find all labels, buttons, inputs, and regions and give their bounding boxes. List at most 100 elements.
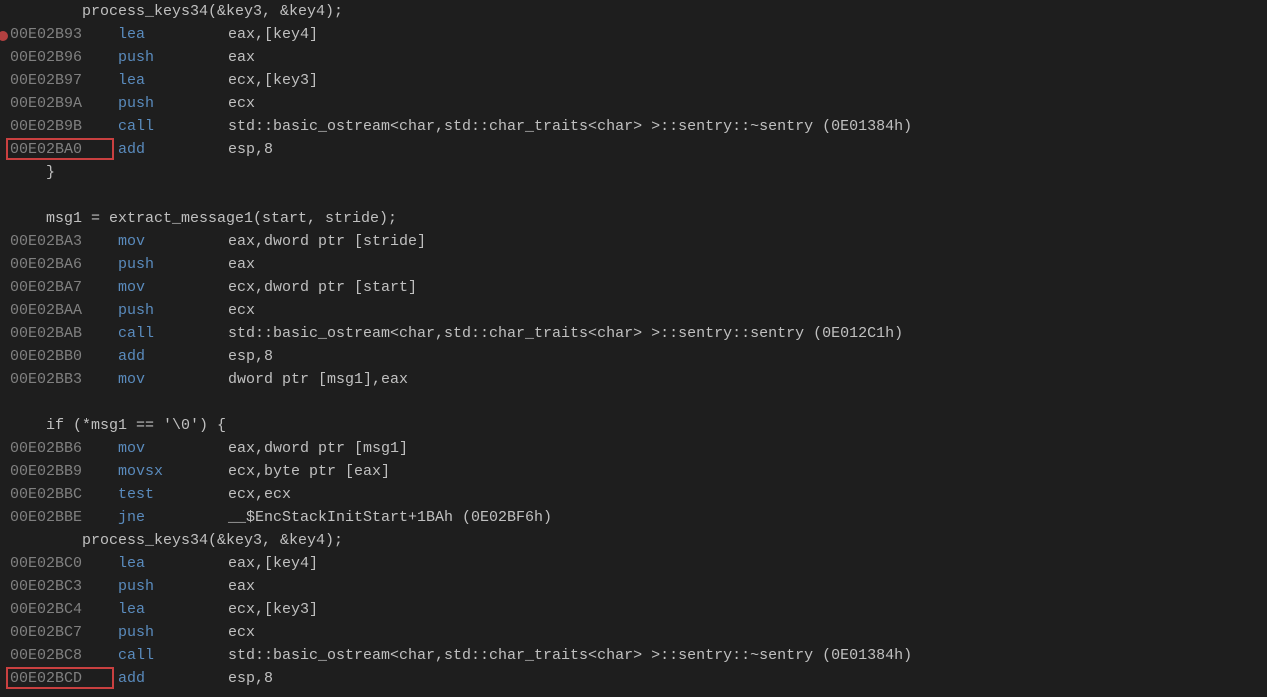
code-line[interactable]: 00E02BA6 push eax	[0, 253, 1267, 276]
operands: eax,[key4]	[210, 552, 318, 575]
code-line[interactable]: 00E02BB6 mov eax,dword ptr [msg1]	[0, 437, 1267, 460]
code-line[interactable]	[0, 184, 1267, 207]
operands: ecx,[key3]	[210, 69, 318, 92]
operands: eax,dword ptr [stride]	[210, 230, 426, 253]
mnemonic: call	[100, 644, 210, 667]
mnemonic: mov	[100, 437, 210, 460]
code-line[interactable]: 00E02BA0 add esp,8	[0, 138, 1267, 161]
operands: eax,dword ptr [msg1]	[210, 437, 408, 460]
address: 00E02B9B	[10, 115, 100, 138]
code-line[interactable]: 00E02BAB call std::basic_ostream<char,st…	[0, 322, 1267, 345]
operands: std::basic_ostream<char,std::char_traits…	[210, 644, 912, 667]
code-line[interactable]: 00E02BC4 lea ecx,[key3]	[0, 598, 1267, 621]
operands: eax	[210, 575, 255, 598]
address: 00E02BA6	[10, 253, 100, 276]
mnemonic: push	[100, 621, 210, 644]
address: 00E02BB9	[10, 460, 100, 483]
address: 00E02B93	[10, 23, 100, 46]
code-line[interactable]	[0, 391, 1267, 414]
address: 00E02BB0	[10, 345, 100, 368]
operands: __$EncStackInitStart+1BAh (0E02BF6h)	[210, 506, 552, 529]
source-line: if (*msg1 == '\0') {	[10, 414, 226, 437]
address: 00E02BCD	[10, 667, 100, 690]
mnemonic: mov	[100, 368, 210, 391]
operands: eax	[210, 46, 255, 69]
operands: dword ptr [msg1],eax	[210, 368, 408, 391]
operands: std::basic_ostream<char,std::char_traits…	[210, 115, 912, 138]
mnemonic: add	[100, 345, 210, 368]
operands: ecx	[210, 92, 255, 115]
gutter[interactable]	[0, 29, 10, 41]
operands: ecx	[210, 621, 255, 644]
code-line[interactable]: 00E02B93 lea eax,[key4]	[0, 23, 1267, 46]
address: 00E02BC3	[10, 575, 100, 598]
operands: ecx,dword ptr [start]	[210, 276, 417, 299]
operands: ecx	[210, 299, 255, 322]
address: 00E02B97	[10, 69, 100, 92]
address: 00E02BAA	[10, 299, 100, 322]
address: 00E02BA3	[10, 230, 100, 253]
operands: esp,8	[210, 138, 273, 161]
source-line: process_keys34(&key3, &key4);	[10, 0, 343, 23]
address: 00E02BA0	[10, 138, 100, 161]
mnemonic: call	[100, 115, 210, 138]
address: 00E02BC0	[10, 552, 100, 575]
code-line[interactable]: 00E02BC8 call std::basic_ostream<char,st…	[0, 644, 1267, 667]
address: 00E02BB6	[10, 437, 100, 460]
mnemonic: push	[100, 92, 210, 115]
code-line[interactable]: 00E02BC7 push ecx	[0, 621, 1267, 644]
operands: std::basic_ostream<char,std::char_traits…	[210, 322, 903, 345]
mnemonic: push	[100, 253, 210, 276]
code-line[interactable]: 00E02BAA push ecx	[0, 299, 1267, 322]
code-line[interactable]: 00E02B9A push ecx	[0, 92, 1267, 115]
operands: eax	[210, 253, 255, 276]
address: 00E02BC4	[10, 598, 100, 621]
mnemonic: add	[100, 667, 210, 690]
code-line[interactable]: 00E02B96 push eax	[0, 46, 1267, 69]
code-line[interactable]: 00E02BBE jne __$EncStackInitStart+1BAh (…	[0, 506, 1267, 529]
mnemonic: push	[100, 575, 210, 598]
mnemonic: call	[100, 322, 210, 345]
code-line[interactable]: 00E02BA7 mov ecx,dword ptr [start]	[0, 276, 1267, 299]
code-line[interactable]: if (*msg1 == '\0') {	[0, 414, 1267, 437]
address: 00E02BC8	[10, 644, 100, 667]
address: 00E02BA7	[10, 276, 100, 299]
code-line[interactable]: 00E02BA3 mov eax,dword ptr [stride]	[0, 230, 1267, 253]
code-line[interactable]: msg1 = extract_message1(start, stride);	[0, 207, 1267, 230]
address: 00E02BB3	[10, 368, 100, 391]
code-line[interactable]: 00E02BC0 lea eax,[key4]	[0, 552, 1267, 575]
source-line: }	[10, 161, 55, 184]
mnemonic: test	[100, 483, 210, 506]
code-line[interactable]: 00E02BB0 add esp,8	[0, 345, 1267, 368]
mnemonic: lea	[100, 69, 210, 92]
code-line[interactable]: 00E02B97 lea ecx,[key3]	[0, 69, 1267, 92]
mnemonic: movsx	[100, 460, 210, 483]
code-line[interactable]: 00E02BB3 mov dword ptr [msg1],eax	[0, 368, 1267, 391]
mnemonic: lea	[100, 598, 210, 621]
address: 00E02BBC	[10, 483, 100, 506]
code-line[interactable]: process_keys34(&key3, &key4);	[0, 0, 1267, 23]
code-line[interactable]: 00E02BB9 movsx ecx,byte ptr [eax]	[0, 460, 1267, 483]
code-line[interactable]: 00E02B9B call std::basic_ostream<char,st…	[0, 115, 1267, 138]
code-line[interactable]: 00E02BBC test ecx,ecx	[0, 483, 1267, 506]
operands: eax,[key4]	[210, 23, 318, 46]
mnemonic: lea	[100, 552, 210, 575]
address: 00E02B9A	[10, 92, 100, 115]
address: 00E02BC7	[10, 621, 100, 644]
operands: esp,8	[210, 345, 273, 368]
operands: ecx,[key3]	[210, 598, 318, 621]
code-line[interactable]: 00E02BCD add esp,8	[0, 667, 1267, 690]
address: 00E02BAB	[10, 322, 100, 345]
mnemonic: mov	[100, 276, 210, 299]
code-line[interactable]: process_keys34(&key3, &key4);	[0, 529, 1267, 552]
mnemonic: mov	[100, 230, 210, 253]
address: 00E02B96	[10, 46, 100, 69]
source-line: msg1 = extract_message1(start, stride);	[10, 207, 397, 230]
breakpoint-icon[interactable]	[0, 31, 8, 41]
operands: ecx,byte ptr [eax]	[210, 460, 390, 483]
code-line[interactable]: }	[0, 161, 1267, 184]
code-line[interactable]: 00E02BC3 push eax	[0, 575, 1267, 598]
mnemonic: lea	[100, 23, 210, 46]
disassembly-editor[interactable]: process_keys34(&key3, &key4);00E02B93 le…	[0, 0, 1267, 690]
address: 00E02BBE	[10, 506, 100, 529]
